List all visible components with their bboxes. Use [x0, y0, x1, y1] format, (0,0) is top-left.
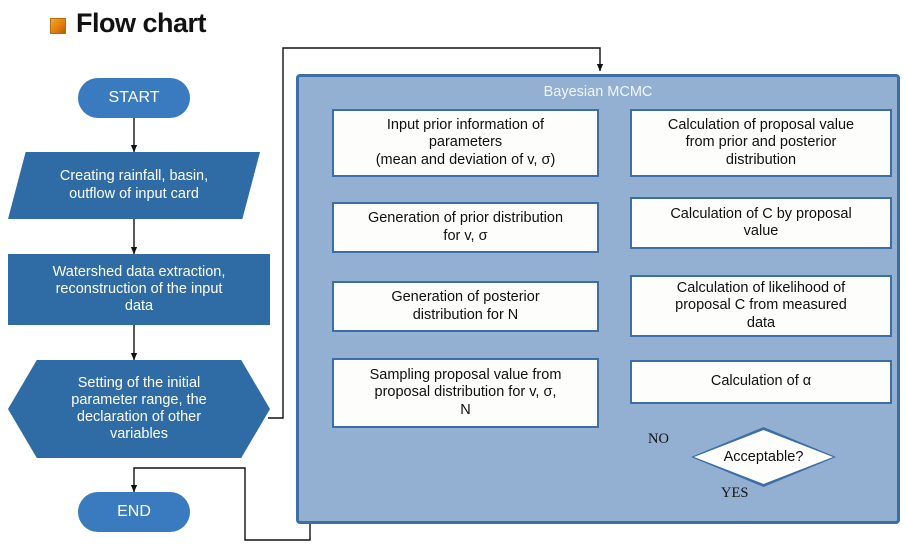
proc-calculation-proposal-value-label: Calculation of proposal value from prior… [667, 117, 855, 168]
proc-calculation-c-by-proposal-label: Calculation of C by proposal value [670, 205, 852, 239]
flow-node-end[interactable]: END [78, 492, 190, 532]
branch-label-yes: YES [721, 485, 749, 501]
page-title: Flow chart [76, 8, 207, 38]
flow-node-create-input-card[interactable]: Creating rainfall, basin, outflow of inp… [8, 152, 260, 219]
proc-generation-prior-distribution-label: Generation of prior distribution for v, … [367, 210, 564, 244]
proc-sampling-proposal-value[interactable]: Sampling proposal value from proposal di… [332, 358, 599, 428]
proc-generation-prior-distribution[interactable]: Generation of prior distribution for v, … [332, 202, 599, 253]
proc-input-prior-information[interactable]: Input prior information of parameters (m… [332, 109, 599, 177]
decision-acceptable-label: Acceptable? [723, 449, 804, 465]
proc-calculation-alpha-label: Calculation of α [710, 373, 812, 390]
flow-node-start[interactable]: START [78, 78, 190, 118]
proc-generation-posterior-distribution[interactable]: Generation of posterior distribution for… [332, 281, 599, 332]
proc-calculation-proposal-value[interactable]: Calculation of proposal value from prior… [630, 109, 892, 177]
page-title-bar: Flow chart [50, 8, 207, 39]
branch-label-no: NO [648, 431, 669, 447]
proc-input-prior-information-label: Input prior information of parameters (m… [375, 117, 556, 168]
orange-square-icon [50, 17, 66, 34]
flow-node-initial-setting-label: Setting of the initial parameter range, … [71, 374, 207, 443]
proc-calculation-likelihood-label: Calculation of likelihood of proposal C … [675, 280, 847, 331]
flow-node-watershed-extraction[interactable]: Watershed data extraction, reconstructio… [8, 254, 270, 325]
decision-acceptable[interactable]: Acceptable? [691, 427, 836, 487]
proc-generation-posterior-distribution-label: Generation of posterior distribution for… [391, 289, 540, 323]
flow-node-initial-setting[interactable]: Setting of the initial parameter range, … [8, 360, 270, 458]
proc-sampling-proposal-value-label: Sampling proposal value from proposal di… [369, 367, 562, 418]
proc-calculation-c-by-proposal[interactable]: Calculation of C by proposal value [630, 197, 892, 249]
flow-node-end-label: END [117, 502, 151, 520]
flow-node-watershed-extraction-label: Watershed data extraction, reconstructio… [52, 263, 226, 315]
flow-node-create-input-card-label: Creating rainfall, basin, outflow of inp… [59, 168, 209, 202]
flow-node-start-label: START [108, 88, 160, 106]
proc-calculation-alpha[interactable]: Calculation of α [630, 360, 892, 404]
bayesian-mcmc-title: Bayesian MCMC [543, 84, 653, 100]
proc-calculation-likelihood[interactable]: Calculation of likelihood of proposal C … [630, 275, 892, 337]
